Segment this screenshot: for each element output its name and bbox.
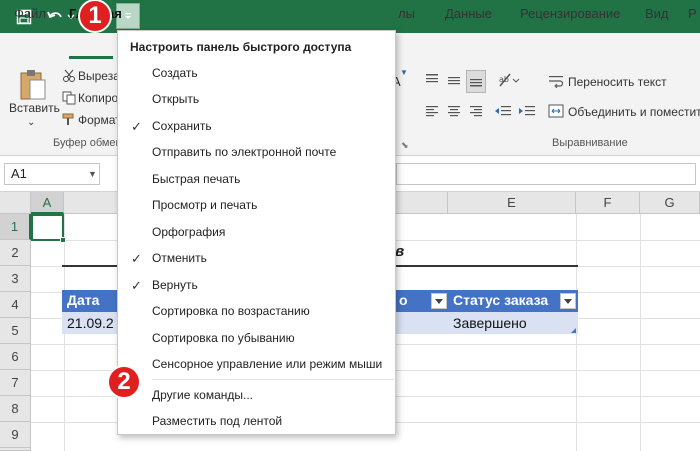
wrap-text-label[interactable]: Переносить текст — [568, 75, 667, 89]
svg-text:ab: ab — [499, 75, 509, 84]
paste-label[interactable]: Вставить — [9, 101, 60, 115]
row-header-1[interactable]: 1 — [0, 214, 31, 240]
column-header-f[interactable]: F — [576, 192, 640, 214]
menu-item-label: Быстрая печать — [152, 172, 241, 186]
menu-item-save[interactable]: ✓ Сохранить — [118, 114, 395, 140]
align-middle-icon[interactable] — [446, 72, 462, 91]
align-left-icon[interactable] — [424, 104, 440, 121]
font-dialog-launcher-icon[interactable]: ⬊ — [401, 140, 409, 151]
name-box[interactable]: A1 — [4, 163, 100, 185]
align-right-icon[interactable] — [468, 104, 484, 121]
menu-item-label: Сортировка по возрастанию — [152, 304, 310, 318]
menu-item-label: Вернуть — [152, 278, 198, 292]
menu-item-print-preview[interactable]: Просмотр и печать — [118, 193, 395, 219]
tab-more[interactable]: Р — [688, 6, 697, 21]
table-cell-date[interactable]: 21.09.2 — [62, 312, 118, 334]
menu-item-label: Создать — [152, 66, 198, 80]
orientation-icon[interactable]: ab — [498, 72, 520, 91]
filter-dropdown-icon[interactable] — [560, 293, 576, 309]
copy-icon[interactable] — [62, 91, 76, 108]
row-header-3[interactable]: 3 — [0, 266, 31, 292]
menu-item-label: Отменить — [152, 251, 207, 265]
table-cell-status[interactable]: Завершено — [448, 312, 578, 334]
menu-item-quick-print[interactable]: Быстрая печать — [118, 167, 395, 193]
checkmark-icon: ✓ — [131, 251, 142, 266]
customize-qat-menu: Настроить панель быстрого доступа Создат… — [117, 30, 396, 435]
increase-indent-icon[interactable] — [518, 104, 536, 121]
checkmark-icon: ✓ — [131, 278, 142, 293]
menu-item-sort-desc[interactable]: Сортировка по убыванию — [118, 326, 395, 352]
align-center-icon[interactable] — [446, 104, 462, 121]
menu-item-label: Просмотр и печать — [152, 198, 258, 212]
select-all-corner[interactable] — [0, 192, 31, 214]
callout-badge-2: 2 — [107, 365, 141, 399]
font-dropdown-icon[interactable]: ▼ — [400, 68, 408, 77]
menu-separator — [152, 379, 394, 380]
tab-formulas[interactable]: лы — [398, 6, 415, 21]
menu-item-create[interactable]: Создать — [118, 61, 395, 87]
merge-center-label[interactable]: Объединить и поместить — [568, 105, 700, 119]
menu-item-email[interactable]: Отправить по электронной почте — [118, 140, 395, 166]
format-painter-label[interactable]: Формат — [78, 113, 121, 127]
paste-icon[interactable] — [18, 68, 48, 105]
menu-item-label: Сортировка по убыванию — [152, 331, 295, 345]
paste-dropdown-icon[interactable]: ⌄ — [27, 117, 35, 128]
menu-item-redo[interactable]: ✓ Вернуть — [118, 273, 395, 299]
column-header-g[interactable]: G — [640, 192, 700, 214]
menu-item-label: Открыть — [152, 92, 200, 106]
menu-item-show-below-ribbon[interactable]: Разместить под лентой — [118, 409, 395, 435]
row-header-4[interactable]: 4 — [0, 292, 31, 318]
table-header-date[interactable]: Дата — [62, 290, 118, 312]
column-header-e[interactable]: E — [448, 192, 576, 214]
row-header-7[interactable]: 7 — [0, 370, 31, 396]
menu-item-label: Сенсорное управление или режим мыши — [152, 357, 383, 371]
menu-item-label: Орфография — [152, 225, 226, 239]
align-bottom-icon[interactable] — [466, 70, 486, 93]
menu-item-undo[interactable]: ✓ Отменить — [118, 246, 395, 272]
merge-center-icon[interactable] — [548, 104, 564, 121]
name-box-dropdown-icon[interactable]: ▼ — [88, 169, 97, 179]
format-painter-icon[interactable] — [62, 112, 76, 129]
filter-dropdown-icon[interactable] — [431, 293, 447, 309]
tab-data[interactable]: Данные — [445, 6, 492, 21]
tab-file[interactable]: Файл — [14, 6, 46, 21]
menu-item-touch-mode[interactable]: Сенсорное управление или режим мыши — [118, 352, 395, 378]
column-header-a[interactable]: A — [31, 192, 64, 214]
wrap-text-icon[interactable] — [548, 74, 564, 91]
table-header-status[interactable]: Статус заказа — [448, 290, 578, 312]
menu-item-label: Отправить по электронной почте — [152, 145, 337, 159]
menu-item-open[interactable]: Открыть — [118, 87, 395, 113]
scissors-icon[interactable] — [62, 69, 76, 86]
decrease-indent-icon[interactable] — [494, 104, 512, 121]
menu-item-label: Другие команды... — [152, 388, 253, 402]
row-header-5[interactable]: 5 — [0, 318, 31, 344]
row-header-6[interactable]: 6 — [0, 344, 31, 370]
menu-item-label: Сохранить — [152, 119, 212, 133]
callout-badge-1: 1 — [78, 0, 112, 33]
menu-item-label: Разместить под лентой — [152, 414, 283, 428]
tab-view[interactable]: Вид — [645, 6, 669, 21]
menu-title: Настроить панель быстрого доступа — [130, 40, 352, 54]
active-tab-indicator — [69, 56, 113, 59]
gridline — [640, 214, 641, 451]
table-cell-blank[interactable] — [394, 312, 448, 334]
menu-item-spelling[interactable]: Орфография — [118, 220, 395, 246]
alignment-group-label: Выравнивание — [552, 137, 628, 149]
menu-item-sort-asc[interactable]: Сортировка по возрастанию — [118, 299, 395, 325]
row-header-9[interactable]: 9 — [0, 422, 31, 448]
menu-item-more-commands[interactable]: Другие команды... — [118, 383, 395, 409]
align-top-icon[interactable] — [424, 72, 440, 91]
table-resize-handle[interactable] — [571, 328, 576, 333]
formula-input[interactable] — [396, 163, 696, 185]
checkmark-icon: ✓ — [131, 119, 142, 134]
fill-handle[interactable] — [60, 237, 66, 243]
row-header-2[interactable]: 2 — [0, 240, 31, 266]
tab-review[interactable]: Рецензирование — [520, 6, 620, 21]
row-header-8[interactable]: 8 — [0, 396, 31, 422]
